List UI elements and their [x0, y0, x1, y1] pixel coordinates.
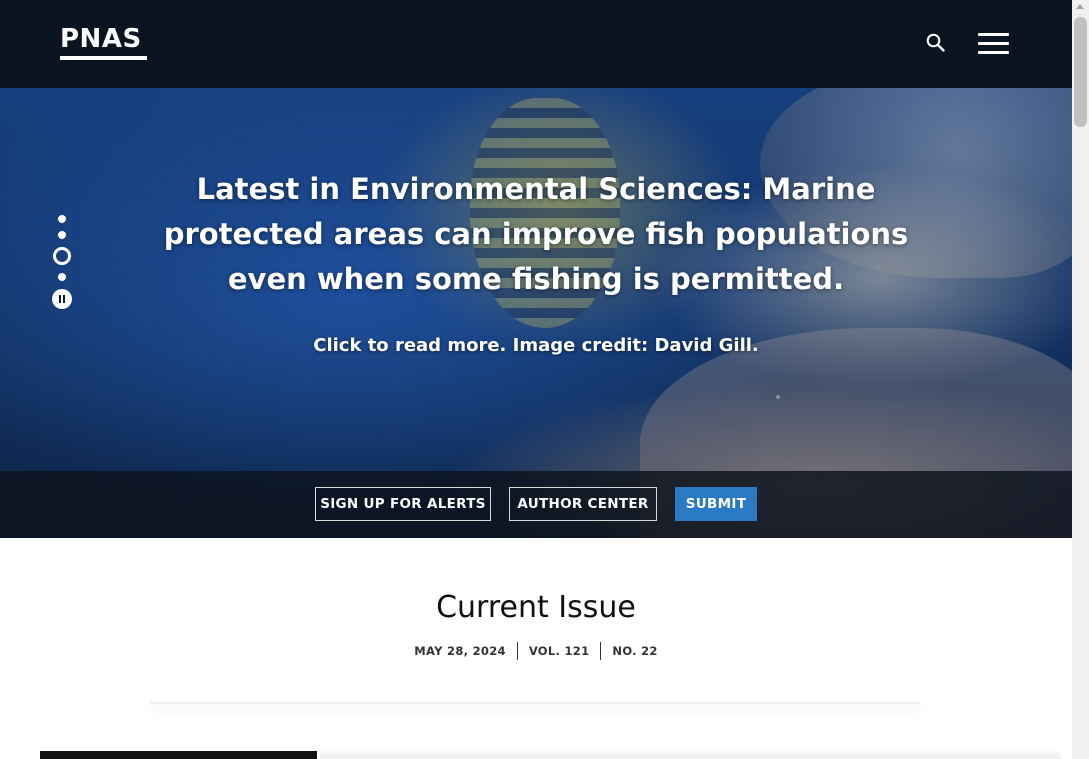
issue-cover-edge	[40, 751, 317, 759]
carousel-dot-4[interactable]	[58, 273, 66, 281]
carousel-dot-1[interactable]	[58, 215, 66, 223]
pause-icon[interactable]	[52, 289, 72, 309]
hero-action-bar: SIGN UP FOR ALERTS AUTHOR CENTER SUBMIT	[0, 471, 1072, 538]
issue-number: NO. 22	[612, 644, 658, 658]
hero-banner[interactable]: Latest in Environmental Sciences: Marine…	[0, 88, 1072, 538]
carousel-dot-3-active[interactable]	[53, 247, 71, 265]
menu-bar	[978, 42, 1009, 45]
page: PNAS Latest in Environmental Sciences: M…	[0, 0, 1072, 759]
logo-underline	[60, 56, 147, 60]
hamburger-menu-icon[interactable]	[978, 33, 1010, 55]
carousel-dot-2[interactable]	[58, 231, 66, 239]
scrollbar-thumb[interactable]	[1074, 17, 1087, 127]
author-center-button[interactable]: AUTHOR CENTER	[509, 487, 657, 521]
scroll-up-arrow-icon[interactable]	[1076, 4, 1084, 9]
pause-bar	[63, 295, 65, 303]
pause-bar	[59, 295, 61, 303]
issue-meta: MAY 28, 2024 VOL. 121 NO. 22	[0, 642, 1072, 660]
current-issue-title: Current Issue	[436, 590, 636, 625]
menu-bar	[978, 51, 1009, 54]
issue-date: MAY 28, 2024	[414, 644, 506, 658]
submit-button[interactable]: SUBMIT	[675, 487, 757, 521]
search-icon[interactable]	[924, 31, 948, 55]
hero-headline[interactable]: Latest in Environmental Sciences: Marine…	[150, 167, 922, 302]
menu-bar	[978, 33, 1009, 36]
hero-subtext[interactable]: Click to read more. Image credit: David …	[150, 333, 922, 359]
page-scrollbar[interactable]	[1072, 0, 1089, 759]
sign-up-alerts-button[interactable]: SIGN UP FOR ALERTS	[315, 487, 491, 521]
content-card-edge	[320, 754, 1060, 759]
issue-volume: VOL. 121	[528, 644, 590, 658]
section-divider	[150, 702, 920, 704]
pnas-logo[interactable]: PNAS	[60, 24, 142, 54]
site-header: PNAS	[0, 0, 1072, 88]
